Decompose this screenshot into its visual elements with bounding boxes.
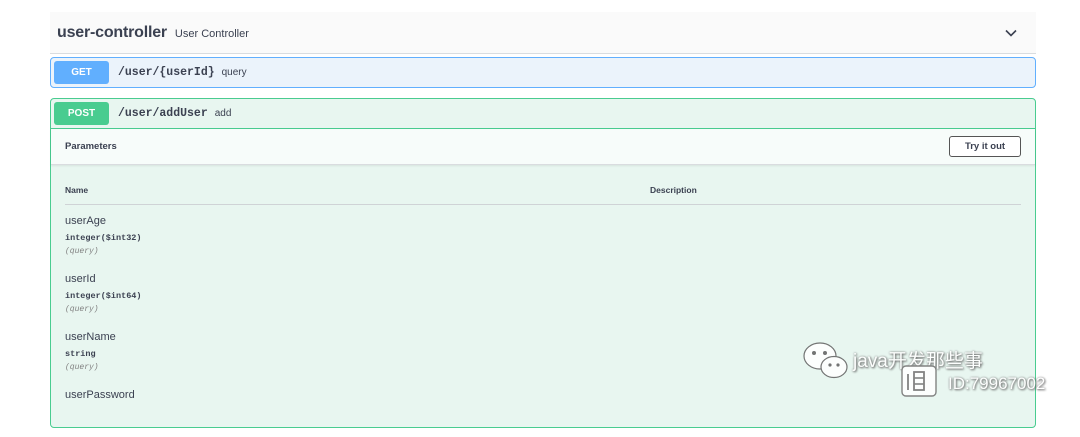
tag-header[interactable]: user-controller User Controller [50, 12, 1036, 54]
tag-description: User Controller [174, 27, 249, 40]
operation-summary[interactable]: GET /user/{userId} query [51, 58, 1035, 87]
operation-path[interactable]: /user/addUser [118, 107, 208, 120]
operation-path[interactable]: /user/{userId} [118, 66, 215, 79]
tag-title[interactable]: user-controller [57, 24, 167, 42]
parameters-header: Parameters Try it out [51, 129, 1035, 165]
operation-summary-text: query [221, 67, 247, 78]
parameter-in: (query) [65, 305, 99, 314]
operation-summary[interactable]: POST /user/addUser add [51, 99, 1035, 129]
method-badge-post[interactable]: POST [54, 102, 109, 125]
table-row: userId integer($int64) (query) [65, 263, 1021, 321]
table-header: Name Description [65, 165, 1021, 205]
column-header-name: Name [65, 185, 89, 195]
parameter-in: (query) [65, 247, 99, 256]
watermark-id: ID:79967002 [948, 374, 1046, 393]
column-header-description: Description [650, 185, 697, 195]
watermark: java开发那些事 ID:79967002 [800, 336, 1070, 400]
parameter-name: userAge [65, 215, 106, 227]
chevron-down-icon[interactable] [1004, 26, 1018, 40]
operation-get-user: GET /user/{userId} query [50, 57, 1036, 88]
method-badge-get[interactable]: GET [54, 61, 109, 84]
parameter-type: integer($int64) [65, 291, 142, 301]
parameters-title: Parameters [65, 141, 117, 152]
try-it-out-button[interactable]: Try it out [949, 136, 1021, 157]
table-row: userAge integer($int32) (query) [65, 205, 1021, 263]
parameter-name: userId [65, 273, 96, 285]
toutiao-logo-icon [901, 365, 937, 397]
operation-summary-text: add [214, 108, 232, 119]
api-section: user-controller User Controller GET /use… [50, 12, 1036, 428]
wechat-icon [803, 342, 848, 379]
parameter-type: integer($int32) [65, 233, 142, 243]
